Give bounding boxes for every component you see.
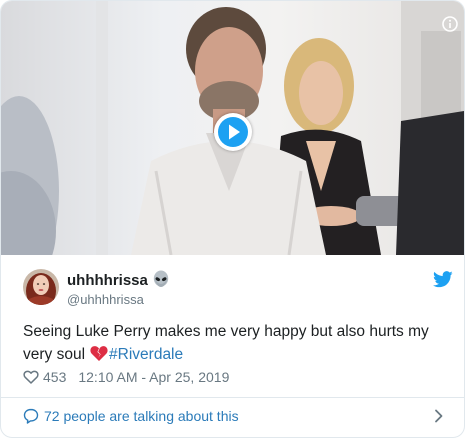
broken-heart-icon xyxy=(90,346,108,361)
avatar-image xyxy=(23,269,59,305)
info-icon[interactable] xyxy=(442,16,458,32)
twitter-bird-icon[interactable] xyxy=(433,271,453,288)
timestamp[interactable]: 12:10 AM - Apr 25, 2019 xyxy=(78,369,229,385)
chevron-right-icon xyxy=(435,409,443,423)
tweet-text: Seeing Luke Perry makes me very happy bu… xyxy=(23,320,448,366)
tweet-header: uhhhhrissa @uhhhhrissa xyxy=(23,269,453,309)
talking-count-text[interactable]: 72 people are talking about this xyxy=(44,408,239,425)
hashtag-link[interactable]: #Riverdale xyxy=(109,346,183,363)
tweet-meta: 453 12:10 AM - Apr 25, 2019 xyxy=(23,368,229,386)
display-name[interactable]: uhhhhrissa xyxy=(67,270,170,290)
alien-icon xyxy=(153,270,169,287)
conversation-link[interactable]: 72 people are talking about this xyxy=(1,398,464,436)
user-handle[interactable]: @uhhhhrissa xyxy=(67,292,170,308)
play-button[interactable] xyxy=(214,113,252,151)
heart-icon[interactable] xyxy=(23,369,39,385)
author-names: uhhhhrissa @uhhhhrissa xyxy=(67,270,170,308)
embedded-tweet-card: uhhhhrissa @uhhhhrissa Seeing Luke Perry… xyxy=(0,0,465,438)
play-icon xyxy=(218,117,248,147)
avatar[interactable] xyxy=(23,269,59,305)
comment-icon xyxy=(23,408,39,424)
tweet-text-body: Seeing Luke Perry makes me very happy bu… xyxy=(23,323,429,363)
video-thumbnail[interactable] xyxy=(1,1,464,255)
like-count[interactable]: 453 xyxy=(43,369,66,385)
display-name-text[interactable]: uhhhhrissa xyxy=(67,272,148,289)
